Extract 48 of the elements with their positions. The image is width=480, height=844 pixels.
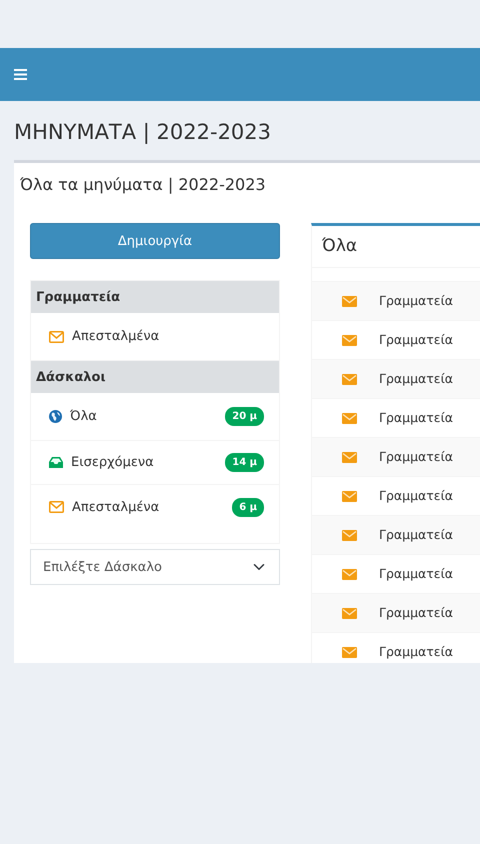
folder-group-heading: Γραμματεία bbox=[31, 281, 279, 314]
count-badge: 14 μ bbox=[225, 453, 264, 472]
globe-icon bbox=[49, 410, 62, 424]
count-badge: 6 μ bbox=[232, 498, 264, 517]
envelope-icon bbox=[342, 296, 357, 307]
envelope-icon bbox=[342, 374, 357, 385]
envelope-icon bbox=[342, 490, 357, 502]
count-badge: 20 μ bbox=[225, 407, 264, 426]
inbox-icon bbox=[49, 457, 63, 468]
card-title: Όλα τα μηνύματα | 2022-2023 bbox=[19, 174, 267, 196]
folder-label: Όλα bbox=[70, 408, 98, 426]
folder-item[interactable]: Εισερχόμενα 14 μ bbox=[31, 441, 279, 486]
folder-item[interactable]: Όλα 20 μ bbox=[31, 393, 279, 442]
page-title: ΜΗΝΥΜΑΤΑ | 2022-2023 bbox=[14, 119, 272, 146]
envelope-icon bbox=[342, 568, 357, 580]
folder-label: Απεσταλμένα bbox=[72, 328, 160, 346]
envelope-icon bbox=[342, 608, 357, 619]
teacher-select[interactable]: Επιλέξτε Δάσκαλο bbox=[30, 549, 280, 586]
create-button[interactable]: Δημιουργία bbox=[30, 223, 280, 260]
message-row[interactable]: Γραμματεία bbox=[312, 281, 480, 320]
message-sender: Γραμματεία bbox=[379, 642, 454, 661]
message-sender: Γραμματεία bbox=[379, 604, 454, 622]
folder-item[interactable]: Απεσταλμένα 6 μ bbox=[31, 485, 279, 530]
envelope-icon bbox=[342, 334, 357, 346]
message-sender: Γραμματεία bbox=[379, 486, 454, 505]
message-sender: Γραμματεία bbox=[379, 448, 454, 466]
folder-group-heading: Δάσκαλοι bbox=[31, 361, 279, 394]
message-row[interactable]: Γραμματεία bbox=[312, 359, 480, 398]
envelope-icon bbox=[49, 501, 64, 514]
message-sender: Γραμματεία bbox=[379, 408, 454, 427]
envelope-icon bbox=[49, 330, 64, 343]
envelope-icon bbox=[342, 412, 357, 424]
envelope-icon bbox=[342, 646, 357, 658]
message-row[interactable]: Γραμματεία bbox=[312, 632, 480, 664]
menu-icon[interactable] bbox=[14, 69, 27, 80]
envelope-icon bbox=[342, 530, 357, 541]
folder-label: Εισερχόμενα bbox=[71, 454, 155, 472]
message-sender: Γραμματεία bbox=[379, 564, 454, 583]
folder-label: Απεσταλμένα bbox=[72, 498, 160, 517]
message-sender: Γραμματεία bbox=[379, 526, 454, 544]
message-row[interactable]: Γραμματεία bbox=[312, 437, 480, 476]
panel-title: Όλα bbox=[312, 226, 480, 268]
envelope-icon bbox=[342, 452, 357, 463]
message-sender: Γραμματεία bbox=[379, 370, 454, 388]
message-sender: Γραμματεία bbox=[379, 292, 454, 310]
message-sender: Γραμματεία bbox=[379, 330, 454, 349]
message-row[interactable]: Γραμματεία bbox=[312, 593, 480, 632]
message-row[interactable]: Γραμματεία bbox=[312, 515, 480, 554]
